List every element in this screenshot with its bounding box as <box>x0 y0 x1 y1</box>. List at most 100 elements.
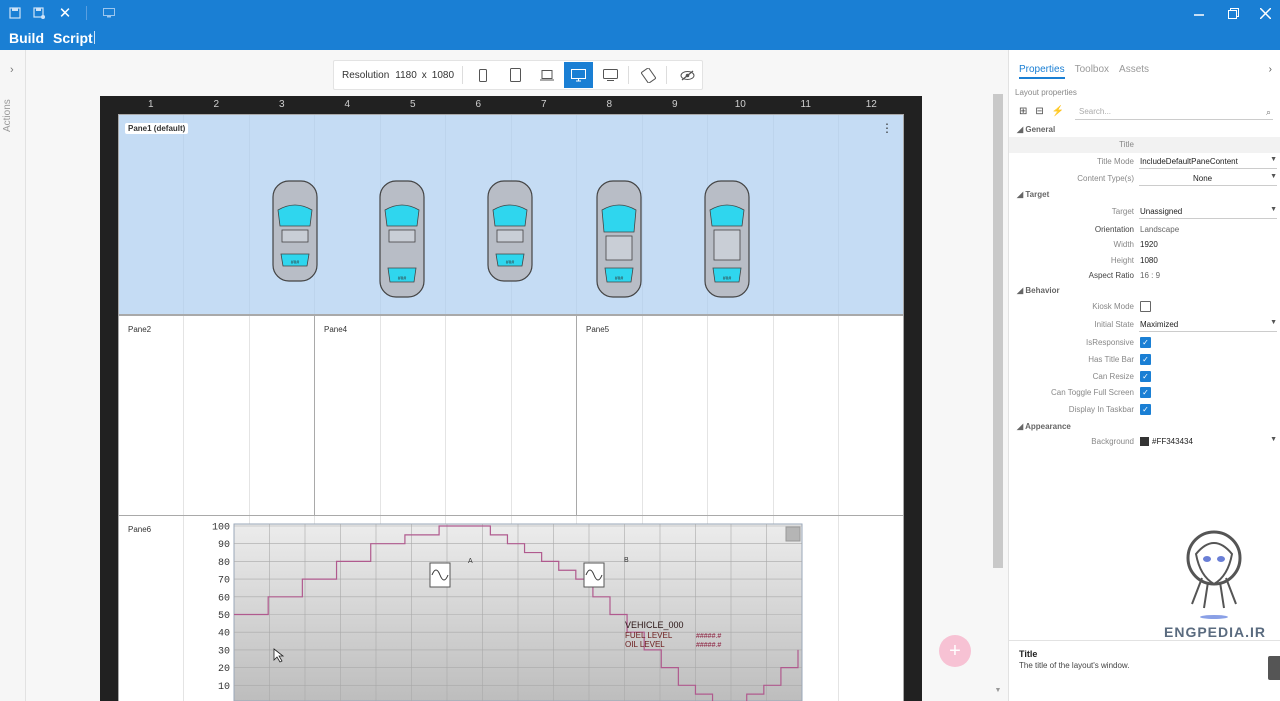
tab-properties[interactable]: Properties <box>1019 64 1065 79</box>
property-search-input[interactable]: Search... ⌕ <box>1075 104 1273 120</box>
pane-4[interactable]: Pane4 <box>314 315 577 516</box>
full-screen-checkbox[interactable]: ✓ <box>1140 387 1151 398</box>
title-mode-value: IncludeDefaultPaneContent <box>1140 157 1238 166</box>
row-is-responsive[interactable]: IsResponsive ✓ <box>1009 335 1280 351</box>
kiosk-mode-label: Kiosk Mode <box>1092 302 1134 311</box>
restore-icon[interactable] <box>1222 4 1244 22</box>
grid-view-icon[interactable]: ⊞ <box>1019 106 1027 117</box>
layout-surface[interactable]: Pane1 (default) ⋮ ### ### ### ### ### Pa… <box>118 114 904 701</box>
chart-resize-handle[interactable] <box>785 526 801 542</box>
is-responsive-checkbox[interactable]: ✓ <box>1140 337 1151 348</box>
minimize-icon[interactable] <box>1188 4 1210 22</box>
content-type-value: None <box>1193 174 1213 183</box>
car-graphic[interactable]: ### <box>271 180 319 287</box>
pane-label: Pane6 <box>128 525 152 534</box>
row-display-in-taskbar[interactable]: Display In Taskbar ✓ <box>1009 402 1280 418</box>
resolution-height[interactable]: 1080 <box>432 70 454 81</box>
section-behavior[interactable]: ◢ Behavior <box>1017 286 1060 295</box>
svg-text:###: ### <box>615 276 624 282</box>
car-graphic[interactable]: ### <box>595 180 643 303</box>
add-button[interactable]: + <box>939 635 971 667</box>
row-content-type[interactable]: Content Type(s) None ▼ <box>1009 171 1280 187</box>
vehicle-label: VEHICLE_000 <box>625 620 684 630</box>
save-as-icon[interactable] <box>30 4 48 22</box>
kiosk-mode-checkbox[interactable] <box>1140 301 1151 312</box>
background-color-picker[interactable]: #FF343434 ▼ <box>1139 435 1277 449</box>
section-general[interactable]: ◢ General <box>1017 125 1055 134</box>
y-tick-label: 40 <box>218 629 230 640</box>
has-title-bar-checkbox[interactable]: ✓ <box>1140 354 1151 365</box>
target-label: Target <box>1111 207 1134 216</box>
row-kiosk-mode[interactable]: Kiosk Mode <box>1009 299 1280 315</box>
y-tick-label: 50 <box>218 611 230 622</box>
list-view-icon[interactable]: ⊟ <box>1035 106 1043 117</box>
chevron-down-icon: ▼ <box>1270 156 1277 163</box>
events-icon[interactable]: ⚡ <box>1052 106 1064 117</box>
resolution-width[interactable]: 1180 <box>395 70 417 81</box>
initial-state-label: Initial State <box>1094 320 1134 329</box>
scrollbar-thumb[interactable] <box>993 94 1003 568</box>
row-can-toggle-full-screen[interactable]: Can Toggle Full Screen ✓ <box>1009 385 1280 401</box>
tablet-icon[interactable] <box>501 62 530 88</box>
pane-5[interactable]: Pane5 <box>576 315 904 516</box>
menu-build[interactable]: Build <box>9 30 44 46</box>
hide-icon[interactable] <box>673 62 702 88</box>
resolution-separator: x <box>421 69 427 81</box>
tab-toolbox[interactable]: Toolbox <box>1075 64 1109 79</box>
section-target[interactable]: ◢ Target <box>1017 190 1049 199</box>
row-width[interactable]: Width 1920 <box>1009 237 1280 253</box>
preview-icon[interactable] <box>100 4 118 22</box>
initial-state-value: Maximized <box>1140 320 1179 329</box>
expand-actions-icon[interactable]: › <box>10 64 14 76</box>
side-handle[interactable] <box>1268 656 1280 680</box>
car-graphic[interactable]: ### <box>703 180 751 303</box>
watermark-logo: ENGPEDIA.IR <box>1158 528 1268 643</box>
collapse-panel-icon[interactable]: › <box>1269 64 1272 75</box>
actions-sidebar: › Actions <box>0 50 26 701</box>
desktop-icon[interactable] <box>564 62 593 88</box>
car-graphic[interactable]: ### <box>378 180 426 303</box>
row-title[interactable]: Title <box>1009 137 1280 153</box>
target-select[interactable]: Unassigned ▼ <box>1139 205 1277 219</box>
trend-chart[interactable]: 100 90 80 70 60 50 40 30 20 10 A B VEHICLE_000 FU… <box>200 519 804 701</box>
window-close-icon[interactable] <box>1254 4 1276 22</box>
row-background[interactable]: Background #FF343434 ▼ <box>1009 434 1280 450</box>
close-icon[interactable]: ✕ <box>56 4 74 22</box>
row-initial-state[interactable]: Initial State Maximized ▼ <box>1009 317 1280 333</box>
title-mode-select[interactable]: IncludeDefaultPaneContent ▼ <box>1139 155 1277 169</box>
chevron-down-icon: ▼ <box>1270 206 1277 213</box>
more-options-icon[interactable]: ⋮ <box>881 121 893 135</box>
y-tick-label: 30 <box>218 646 230 657</box>
scroll-down-icon[interactable]: ▼ <box>993 687 1003 695</box>
fuel-label: FUEL LEVEL <box>625 631 673 640</box>
y-tick-label: 10 <box>218 682 230 693</box>
tab-assets[interactable]: Assets <box>1119 64 1149 79</box>
actions-label[interactable]: Actions <box>2 99 13 132</box>
laptop-icon[interactable] <box>532 62 561 88</box>
can-resize-checkbox[interactable]: ✓ <box>1140 371 1151 382</box>
row-title-mode[interactable]: Title Mode IncludeDefaultPaneContent ▼ <box>1009 154 1280 170</box>
phone-icon[interactable] <box>469 62 498 88</box>
row-height[interactable]: Height 1080 <box>1009 253 1280 269</box>
pane-2[interactable]: Pane2 <box>118 315 315 516</box>
save-icon[interactable] <box>6 4 24 22</box>
content-type-select[interactable]: None ▼ <box>1139 172 1277 186</box>
taskbar-label: Display In Taskbar <box>1068 405 1134 414</box>
height-value[interactable]: 1080 <box>1140 256 1158 265</box>
aspect-ratio-label: Aspect Ratio <box>1088 271 1134 280</box>
row-target[interactable]: Target Unassigned ▼ <box>1009 204 1280 220</box>
property-view-tools: ⊞ ⊟ ⚡ <box>1019 106 1064 117</box>
initial-state-select[interactable]: Maximized ▼ <box>1139 318 1277 332</box>
tv-icon[interactable] <box>596 62 625 88</box>
row-can-resize[interactable]: Can Resize ✓ <box>1009 369 1280 385</box>
car-graphic[interactable]: ### <box>486 180 534 287</box>
y-axis: 100 90 80 70 60 50 40 30 20 10 <box>212 523 230 693</box>
canvas-scrollbar[interactable]: ▼ <box>992 94 1004 694</box>
rotate-icon[interactable] <box>635 62 664 88</box>
row-has-title-bar[interactable]: Has Title Bar ✓ <box>1009 352 1280 368</box>
taskbar-checkbox[interactable]: ✓ <box>1140 404 1151 415</box>
width-value[interactable]: 1920 <box>1140 240 1158 249</box>
section-appearance[interactable]: ◢ Appearance <box>1017 422 1071 431</box>
menu-script[interactable]: Script <box>53 30 93 46</box>
toolbar-divider <box>86 6 87 20</box>
